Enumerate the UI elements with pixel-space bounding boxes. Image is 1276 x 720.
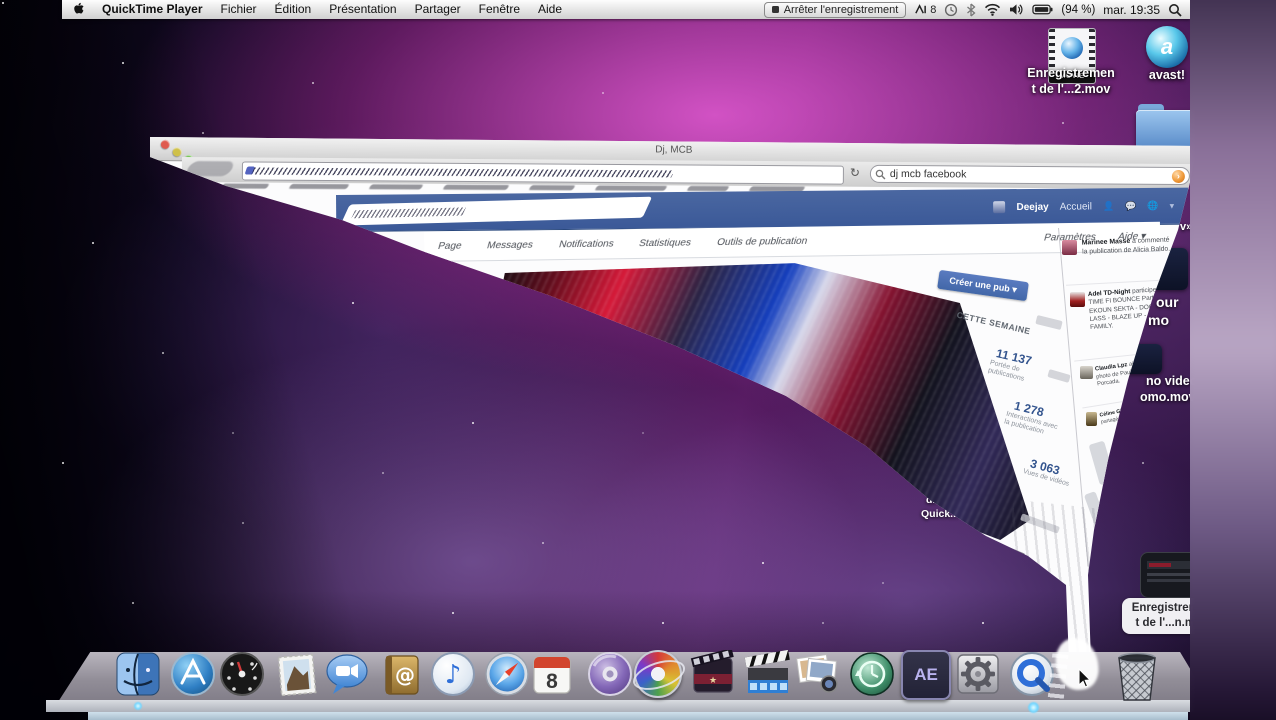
dock-address-book-icon[interactable]: @ [378,650,426,698]
running-indicator-quicktime [1028,702,1039,713]
dock-idvd-icon[interactable] [629,650,689,698]
tab-notifications[interactable]: Notifications [558,238,615,250]
display-modes-icon[interactable] [914,3,927,16]
reload-icon[interactable]: ↻ [850,166,860,180]
status-count: 8 [930,3,937,16]
url-text-blurred [251,167,675,178]
mouse-cursor [1078,668,1092,688]
profile-avatar [993,201,1006,214]
dock-itunes-icon[interactable]: ♪ [429,650,477,698]
avatar [1062,240,1077,255]
avatar [1080,366,1093,379]
partial-label: omo.mov [1140,390,1196,404]
search-go-button[interactable]: › [1171,169,1185,183]
svg-text:8: 8 [546,670,558,693]
dock-system-preferences-icon[interactable] [954,650,1002,698]
stop-recording-button[interactable]: Arrêter l'enregistrement [763,1,907,18]
svg-text:♪: ♪ [445,660,462,690]
desktop-icon-label: Enregistremen t de l'...2.mov [1027,66,1115,96]
apple-menu[interactable] [62,0,93,19]
facebook-search-text-blurred [351,207,466,219]
stop-icon [771,6,779,13]
facebook-search-box[interactable] [340,196,653,226]
tab-statistiques[interactable]: Statistiques [638,237,693,249]
chevron-down-icon[interactable]: ▾ [1170,200,1175,211]
avast-orb-icon: a [1146,26,1188,68]
menu-fichier[interactable]: Fichier [212,0,266,19]
dock-ical-icon[interactable]: 8 [528,650,576,698]
friend-requests-icon[interactable]: 👤 [1103,201,1114,212]
menu-edition[interactable]: Édition [266,0,321,19]
avatar [1086,412,1097,426]
dock-time-machine-icon[interactable] [848,650,896,698]
dock-app-store-icon[interactable] [169,650,217,698]
menu-bar-clock[interactable]: mar. 19:35 [1103,3,1160,17]
notifications-globe-icon[interactable]: 🌐 [1147,200,1158,211]
running-indicator-finder [134,702,142,710]
dock-mail-icon[interactable] [273,650,321,698]
battery-icon[interactable] [1032,4,1053,15]
wifi-icon[interactable] [984,3,1001,16]
dock-trash-icon[interactable] [1110,648,1164,704]
star-field [2,2,4,4]
tab-page[interactable]: Page [437,240,463,251]
notification-item[interactable]: Marinee Masse a commenté la publication … [1082,236,1175,257]
screen: MOVIE Enregistremen t de l'...2.mov a av… [0,0,1276,720]
quicktime-logo-icon [1061,37,1083,59]
menu-partager[interactable]: Partager [406,0,470,19]
video-edge-blur [1190,0,1276,720]
dock-dashboard-icon[interactable] [218,650,266,698]
dock-film-clapper-icon[interactable] [744,649,792,698]
tab-outils-publication[interactable]: Outils de publication [716,236,809,248]
dock-finder-icon[interactable] [114,650,162,698]
volume-icon[interactable] [1009,3,1024,16]
menu-presentation[interactable]: Présentation [320,0,405,19]
time-machine-menu-icon[interactable] [944,3,958,17]
menu-fenetre[interactable]: Fenêtre [470,0,529,19]
svg-text:★: ★ [709,676,717,686]
partial-label: our [1156,294,1179,310]
app-menu-title[interactable]: QuickTime Player [93,0,212,19]
avatar [1070,292,1085,307]
tab-messages[interactable]: Messages [486,239,535,251]
dock-after-effects-icon[interactable]: AE [901,650,951,700]
desktop-icon-avast[interactable]: a [1146,26,1188,68]
dock-photo-booth-icon[interactable] [793,650,841,698]
search-value: dj mcb facebook [889,167,967,181]
apple-logo-icon [74,2,84,14]
spotlight-icon[interactable] [1168,3,1182,17]
profile-link[interactable]: Deejay [1016,201,1048,212]
svg-text:@: @ [395,663,415,687]
menu-aide[interactable]: Aide [529,0,571,19]
battery-percent: (94 %) [1061,3,1096,16]
chevron-down-icon: ▾ [1011,284,1018,295]
search-icon [875,169,886,180]
dock-floor [88,712,1188,720]
messages-icon[interactable]: 💬 [1125,201,1136,212]
dock-ichat-icon[interactable] [323,650,371,698]
dock-front-edge [46,700,1218,712]
partial-label: mo [1148,312,1169,328]
menu-bar: QuickTime Player Fichier Édition Présent… [62,0,1190,19]
dock-imovie-icon[interactable]: ★ [689,648,737,698]
bluetooth-icon[interactable] [966,3,976,17]
home-link[interactable]: Accueil [1060,201,1092,212]
dock-dvd-player-icon[interactable] [586,650,634,698]
dock-safari-icon[interactable] [483,650,531,698]
